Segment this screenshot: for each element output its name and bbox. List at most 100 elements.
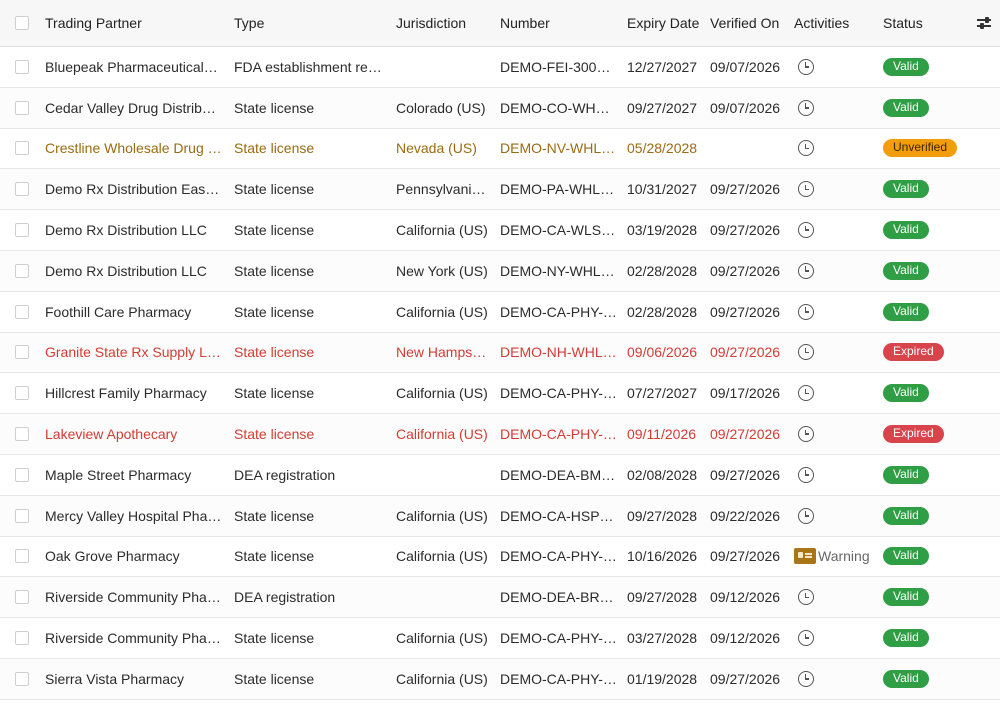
activities-cell[interactable]: [794, 455, 878, 495]
activities-cell[interactable]: [794, 618, 878, 658]
clock-icon[interactable]: [798, 385, 814, 402]
column-header-jurisdiction[interactable]: Jurisdiction: [396, 0, 490, 46]
activities-cell[interactable]: [794, 169, 878, 209]
row-select-cell[interactable]: [15, 537, 33, 577]
table-row[interactable]: Riverside Community Pha… DEA registration…: [0, 577, 1000, 619]
table-row[interactable]: Demo Rx Distribution LLC State license New…: [0, 250, 1000, 292]
row-checkbox[interactable]: [15, 223, 29, 238]
trading-partner-cell[interactable]: Granite State Rx Supply L…: [45, 333, 222, 373]
row-checkbox[interactable]: [15, 304, 29, 319]
column-header-trading-partner[interactable]: Trading Partner: [45, 0, 222, 46]
activities-cell[interactable]: [794, 129, 878, 169]
clock-icon[interactable]: [798, 262, 814, 279]
activities-cell[interactable]: [794, 210, 878, 250]
activities-cell[interactable]: [794, 47, 878, 87]
activities-cell[interactable]: [794, 577, 878, 617]
column-settings-button[interactable]: [974, 0, 994, 46]
clock-icon[interactable]: [798, 630, 814, 647]
column-header-expiry-date[interactable]: Expiry Date: [627, 0, 703, 46]
row-checkbox[interactable]: [15, 345, 29, 360]
table-row[interactable]: Cedar Valley Drug Distribu… State license…: [0, 87, 1000, 129]
row-select-cell[interactable]: [15, 169, 33, 209]
trading-partner-cell[interactable]: Maple Street Pharmacy: [45, 455, 222, 495]
row-select-cell[interactable]: [15, 659, 33, 699]
row-select-cell[interactable]: [15, 414, 33, 454]
trading-partner-cell[interactable]: Demo Rx Distribution LLC: [45, 210, 222, 250]
row-select-cell[interactable]: [15, 210, 33, 250]
table-row[interactable]: Demo Rx Distribution East… State license P…: [0, 169, 1000, 211]
trading-partner-cell[interactable]: Sierra Vista Pharmacy: [45, 659, 222, 699]
table-row[interactable]: Riverside Community Pha… State license Cal…: [0, 618, 1000, 659]
row-select-cell[interactable]: [15, 292, 33, 332]
activities-cell[interactable]: [794, 373, 878, 413]
trading-partner-cell[interactable]: Foothill Care Pharmacy: [45, 292, 222, 332]
row-checkbox[interactable]: [15, 508, 29, 523]
column-header-type[interactable]: Type: [234, 0, 384, 46]
row-checkbox[interactable]: [15, 467, 29, 482]
row-select-cell[interactable]: [15, 455, 33, 495]
table-row[interactable]: Sierra Vista Pharmacy State license Califo…: [0, 658, 1000, 700]
activities-cell[interactable]: [794, 496, 878, 536]
trading-partner-cell[interactable]: Crestline Wholesale Drug …: [45, 129, 222, 169]
activities-cell[interactable]: [794, 659, 878, 699]
clock-icon[interactable]: [798, 99, 814, 116]
clock-icon[interactable]: [798, 58, 814, 75]
trading-partner-cell[interactable]: Lakeview Apothecary: [45, 414, 222, 454]
table-row[interactable]: Crestline Wholesale Drug … State license N…: [0, 128, 1000, 170]
trading-partner-cell[interactable]: Oak Grove Pharmacy: [45, 537, 222, 577]
clock-icon[interactable]: [798, 507, 814, 524]
activities-cell[interactable]: Warning: [794, 537, 878, 577]
row-checkbox[interactable]: [15, 631, 29, 646]
clock-icon[interactable]: [798, 140, 814, 157]
row-select-cell[interactable]: [15, 129, 33, 169]
table-row[interactable]: Oak Grove Pharmacy State license Californi…: [0, 536, 1000, 578]
clock-icon[interactable]: [798, 303, 814, 320]
activities-cell[interactable]: [794, 88, 878, 128]
row-select-cell[interactable]: [15, 577, 33, 617]
column-header-verified-on[interactable]: Verified On: [710, 0, 786, 46]
warning-activity[interactable]: Warning: [794, 548, 870, 565]
column-header-activities[interactable]: Activities: [794, 0, 878, 46]
row-checkbox[interactable]: [15, 671, 29, 686]
trading-partner-cell[interactable]: Mercy Valley Hospital Pha…: [45, 496, 222, 536]
select-all-checkbox[interactable]: [15, 16, 29, 30]
clock-icon[interactable]: [798, 181, 814, 198]
activities-cell[interactable]: [794, 414, 878, 454]
row-select-cell[interactable]: [15, 88, 33, 128]
row-checkbox[interactable]: [15, 59, 29, 74]
activities-cell[interactable]: [794, 333, 878, 373]
row-checkbox[interactable]: [15, 590, 29, 605]
table-row[interactable]: Mercy Valley Hospital Pha… State license C…: [0, 495, 1000, 537]
table-row[interactable]: Bluepeak Pharmaceutical… FDA establishmen…: [0, 47, 1000, 88]
row-select-cell[interactable]: [15, 373, 33, 413]
row-select-cell[interactable]: [15, 47, 33, 87]
table-row[interactable]: Granite State Rx Supply L… State license N…: [0, 332, 1000, 374]
row-checkbox[interactable]: [15, 182, 29, 197]
trading-partner-cell[interactable]: Riverside Community Pha…: [45, 577, 222, 617]
table-row[interactable]: Hillcrest Family Pharmacy State license Ca…: [0, 373, 1000, 415]
row-checkbox[interactable]: [15, 100, 29, 115]
trading-partner-cell[interactable]: Demo Rx Distribution East…: [45, 169, 222, 209]
table-row[interactable]: Demo Rx Distribution LLC State license Cal…: [0, 210, 1000, 251]
clock-icon[interactable]: [798, 466, 814, 483]
trading-partner-cell[interactable]: Bluepeak Pharmaceutical…: [45, 47, 222, 87]
trading-partner-cell[interactable]: Cedar Valley Drug Distribu…: [45, 88, 222, 128]
clock-icon[interactable]: [798, 344, 814, 361]
trading-partner-cell[interactable]: Riverside Community Pha…: [45, 618, 222, 658]
trading-partner-cell[interactable]: Hillcrest Family Pharmacy: [45, 373, 222, 413]
activities-cell[interactable]: [794, 251, 878, 291]
row-select-cell[interactable]: [15, 496, 33, 536]
row-checkbox[interactable]: [15, 386, 29, 401]
row-select-cell[interactable]: [15, 251, 33, 291]
clock-icon[interactable]: [798, 589, 814, 606]
table-row[interactable]: Lakeview Apothecary State license Californ…: [0, 414, 1000, 455]
trading-partner-cell[interactable]: Demo Rx Distribution LLC: [45, 251, 222, 291]
row-checkbox[interactable]: [15, 549, 29, 564]
table-row[interactable]: Foothill Care Pharmacy State license Calif…: [0, 291, 1000, 333]
clock-icon[interactable]: [798, 426, 814, 443]
select-all-cell[interactable]: [15, 0, 33, 46]
table-row[interactable]: Maple Street Pharmacy DEA registration DEM…: [0, 454, 1000, 496]
clock-icon[interactable]: [798, 670, 814, 687]
row-checkbox[interactable]: [15, 141, 29, 156]
column-header-number[interactable]: Number: [500, 0, 617, 46]
